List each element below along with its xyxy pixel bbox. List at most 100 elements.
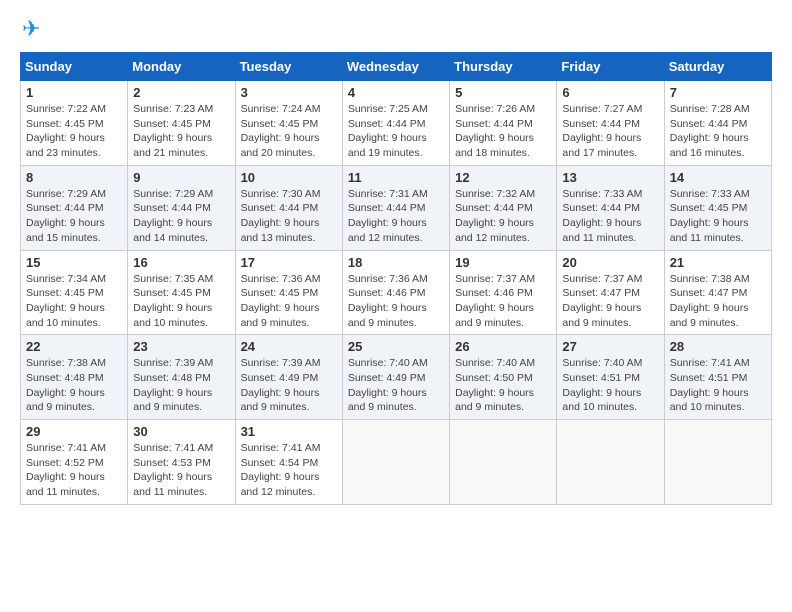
day-detail: Sunrise: 7:22 AMSunset: 4:45 PMDaylight:… [26, 102, 122, 161]
day-detail: Sunrise: 7:38 AMSunset: 4:48 PMDaylight:… [26, 356, 122, 415]
day-number: 10 [241, 170, 337, 185]
calendar-cell: 22 Sunrise: 7:38 AMSunset: 4:48 PMDayligh… [21, 335, 128, 420]
day-number: 30 [133, 424, 229, 439]
day-number: 15 [26, 255, 122, 270]
weekday-header-thursday: Thursday [450, 53, 557, 81]
weekday-header-wednesday: Wednesday [342, 53, 449, 81]
calendar-cell: 30 Sunrise: 7:41 AMSunset: 4:53 PMDayligh… [128, 420, 235, 505]
calendar-cell: 18 Sunrise: 7:36 AMSunset: 4:46 PMDayligh… [342, 250, 449, 335]
day-detail: Sunrise: 7:41 AMSunset: 4:54 PMDaylight:… [241, 441, 337, 500]
calendar-cell [450, 420, 557, 505]
day-detail: Sunrise: 7:37 AMSunset: 4:46 PMDaylight:… [455, 272, 551, 331]
day-detail: Sunrise: 7:40 AMSunset: 4:51 PMDaylight:… [562, 356, 658, 415]
calendar-week-row: 29 Sunrise: 7:41 AMSunset: 4:52 PMDayligh… [21, 420, 772, 505]
day-number: 14 [670, 170, 766, 185]
day-number: 22 [26, 339, 122, 354]
calendar-cell: 13 Sunrise: 7:33 AMSunset: 4:44 PMDayligh… [557, 165, 664, 250]
calendar-cell: 2Sunrise: 7:23 AMSunset: 4:45 PMDaylight… [128, 81, 235, 166]
day-detail: Sunrise: 7:41 AMSunset: 4:53 PMDaylight:… [133, 441, 229, 500]
day-number: 31 [241, 424, 337, 439]
day-number: 28 [670, 339, 766, 354]
day-detail: Sunrise: 7:33 AMSunset: 4:44 PMDaylight:… [562, 187, 658, 246]
day-number: 5 [455, 85, 551, 100]
calendar-week-row: 15 Sunrise: 7:34 AMSunset: 4:45 PMDayligh… [21, 250, 772, 335]
weekday-header-sunday: Sunday [21, 53, 128, 81]
calendar-cell: 31 Sunrise: 7:41 AMSunset: 4:54 PMDayligh… [235, 420, 342, 505]
day-detail: Sunrise: 7:25 AMSunset: 4:44 PMDaylight:… [348, 102, 444, 161]
calendar-cell: 25 Sunrise: 7:40 AMSunset: 4:49 PMDayligh… [342, 335, 449, 420]
day-detail: Sunrise: 7:36 AMSunset: 4:46 PMDaylight:… [348, 272, 444, 331]
calendar-cell: 9 Sunrise: 7:29 AMSunset: 4:44 PMDaylight… [128, 165, 235, 250]
day-number: 19 [455, 255, 551, 270]
weekday-header-saturday: Saturday [664, 53, 771, 81]
weekday-header-monday: Monday [128, 53, 235, 81]
calendar-cell: 8Sunrise: 7:29 AMSunset: 4:44 PMDaylight… [21, 165, 128, 250]
weekday-header-tuesday: Tuesday [235, 53, 342, 81]
calendar-cell: 26 Sunrise: 7:40 AMSunset: 4:50 PMDayligh… [450, 335, 557, 420]
day-number: 17 [241, 255, 337, 270]
calendar-cell: 28 Sunrise: 7:41 AMSunset: 4:51 PMDayligh… [664, 335, 771, 420]
day-detail: Sunrise: 7:30 AMSunset: 4:44 PMDaylight:… [241, 187, 337, 246]
day-detail: Sunrise: 7:40 AMSunset: 4:49 PMDaylight:… [348, 356, 444, 415]
day-detail: Sunrise: 7:28 AMSunset: 4:44 PMDaylight:… [670, 102, 766, 161]
calendar-header-row: SundayMondayTuesdayWednesdayThursdayFrid… [21, 53, 772, 81]
day-number: 24 [241, 339, 337, 354]
day-number: 16 [133, 255, 229, 270]
calendar-cell: 3Sunrise: 7:24 AMSunset: 4:45 PMDaylight… [235, 81, 342, 166]
calendar-cell: 20Sunrise: 7:37 AMSunset: 4:47 PMDayligh… [557, 250, 664, 335]
calendar-cell: 24Sunrise: 7:39 AMSunset: 4:49 PMDayligh… [235, 335, 342, 420]
logo: ✈ [20, 16, 40, 42]
day-number: 6 [562, 85, 658, 100]
day-number: 12 [455, 170, 551, 185]
calendar-cell: 7 Sunrise: 7:28 AMSunset: 4:44 PMDaylight… [664, 81, 771, 166]
logo-text: ✈ [20, 16, 40, 42]
day-detail: Sunrise: 7:33 AMSunset: 4:45 PMDaylight:… [670, 187, 766, 246]
calendar-cell: 6Sunrise: 7:27 AMSunset: 4:44 PMDaylight… [557, 81, 664, 166]
day-number: 26 [455, 339, 551, 354]
day-detail: Sunrise: 7:41 AMSunset: 4:51 PMDaylight:… [670, 356, 766, 415]
calendar-cell: 29 Sunrise: 7:41 AMSunset: 4:52 PMDayligh… [21, 420, 128, 505]
calendar-cell: 12 Sunrise: 7:32 AMSunset: 4:44 PMDayligh… [450, 165, 557, 250]
day-detail: Sunrise: 7:29 AMSunset: 4:44 PMDaylight:… [26, 187, 122, 246]
calendar-cell: 17Sunrise: 7:36 AMSunset: 4:45 PMDayligh… [235, 250, 342, 335]
day-detail: Sunrise: 7:34 AMSunset: 4:45 PMDaylight:… [26, 272, 122, 331]
calendar-cell: 1 Sunrise: 7:22 AMSunset: 4:45 PMDaylight… [21, 81, 128, 166]
day-detail: Sunrise: 7:38 AMSunset: 4:47 PMDaylight:… [670, 272, 766, 331]
day-detail: Sunrise: 7:37 AMSunset: 4:47 PMDaylight:… [562, 272, 658, 331]
day-detail: Sunrise: 7:26 AMSunset: 4:44 PMDaylight:… [455, 102, 551, 161]
weekday-header-friday: Friday [557, 53, 664, 81]
day-number: 4 [348, 85, 444, 100]
day-number: 21 [670, 255, 766, 270]
calendar-week-row: 1 Sunrise: 7:22 AMSunset: 4:45 PMDaylight… [21, 81, 772, 166]
day-number: 13 [562, 170, 658, 185]
calendar-cell: 11Sunrise: 7:31 AMSunset: 4:44 PMDayligh… [342, 165, 449, 250]
day-detail: Sunrise: 7:23 AMSunset: 4:45 PMDaylight:… [133, 102, 229, 161]
calendar-cell: 19 Sunrise: 7:37 AMSunset: 4:46 PMDayligh… [450, 250, 557, 335]
calendar-table: SundayMondayTuesdayWednesdayThursdayFrid… [20, 52, 772, 505]
day-number: 18 [348, 255, 444, 270]
calendar-week-row: 8Sunrise: 7:29 AMSunset: 4:44 PMDaylight… [21, 165, 772, 250]
day-detail: Sunrise: 7:32 AMSunset: 4:44 PMDaylight:… [455, 187, 551, 246]
calendar-week-row: 22 Sunrise: 7:38 AMSunset: 4:48 PMDayligh… [21, 335, 772, 420]
calendar-cell: 16Sunrise: 7:35 AMSunset: 4:45 PMDayligh… [128, 250, 235, 335]
calendar-cell [664, 420, 771, 505]
day-detail: Sunrise: 7:24 AMSunset: 4:45 PMDaylight:… [241, 102, 337, 161]
day-detail: Sunrise: 7:29 AMSunset: 4:44 PMDaylight:… [133, 187, 229, 246]
calendar-cell: 10 Sunrise: 7:30 AMSunset: 4:44 PMDayligh… [235, 165, 342, 250]
day-detail: Sunrise: 7:40 AMSunset: 4:50 PMDaylight:… [455, 356, 551, 415]
day-detail: Sunrise: 7:41 AMSunset: 4:52 PMDaylight:… [26, 441, 122, 500]
calendar-cell [342, 420, 449, 505]
day-number: 1 [26, 85, 122, 100]
calendar-cell: 21 Sunrise: 7:38 AMSunset: 4:47 PMDayligh… [664, 250, 771, 335]
calendar-cell [557, 420, 664, 505]
day-number: 27 [562, 339, 658, 354]
calendar-cell: 5 Sunrise: 7:26 AMSunset: 4:44 PMDaylight… [450, 81, 557, 166]
day-number: 29 [26, 424, 122, 439]
day-number: 11 [348, 170, 444, 185]
calendar-cell: 15 Sunrise: 7:34 AMSunset: 4:45 PMDayligh… [21, 250, 128, 335]
day-number: 25 [348, 339, 444, 354]
day-number: 9 [133, 170, 229, 185]
day-number: 7 [670, 85, 766, 100]
calendar-cell: 23Sunrise: 7:39 AMSunset: 4:48 PMDayligh… [128, 335, 235, 420]
day-detail: Sunrise: 7:39 AMSunset: 4:48 PMDaylight:… [133, 356, 229, 415]
